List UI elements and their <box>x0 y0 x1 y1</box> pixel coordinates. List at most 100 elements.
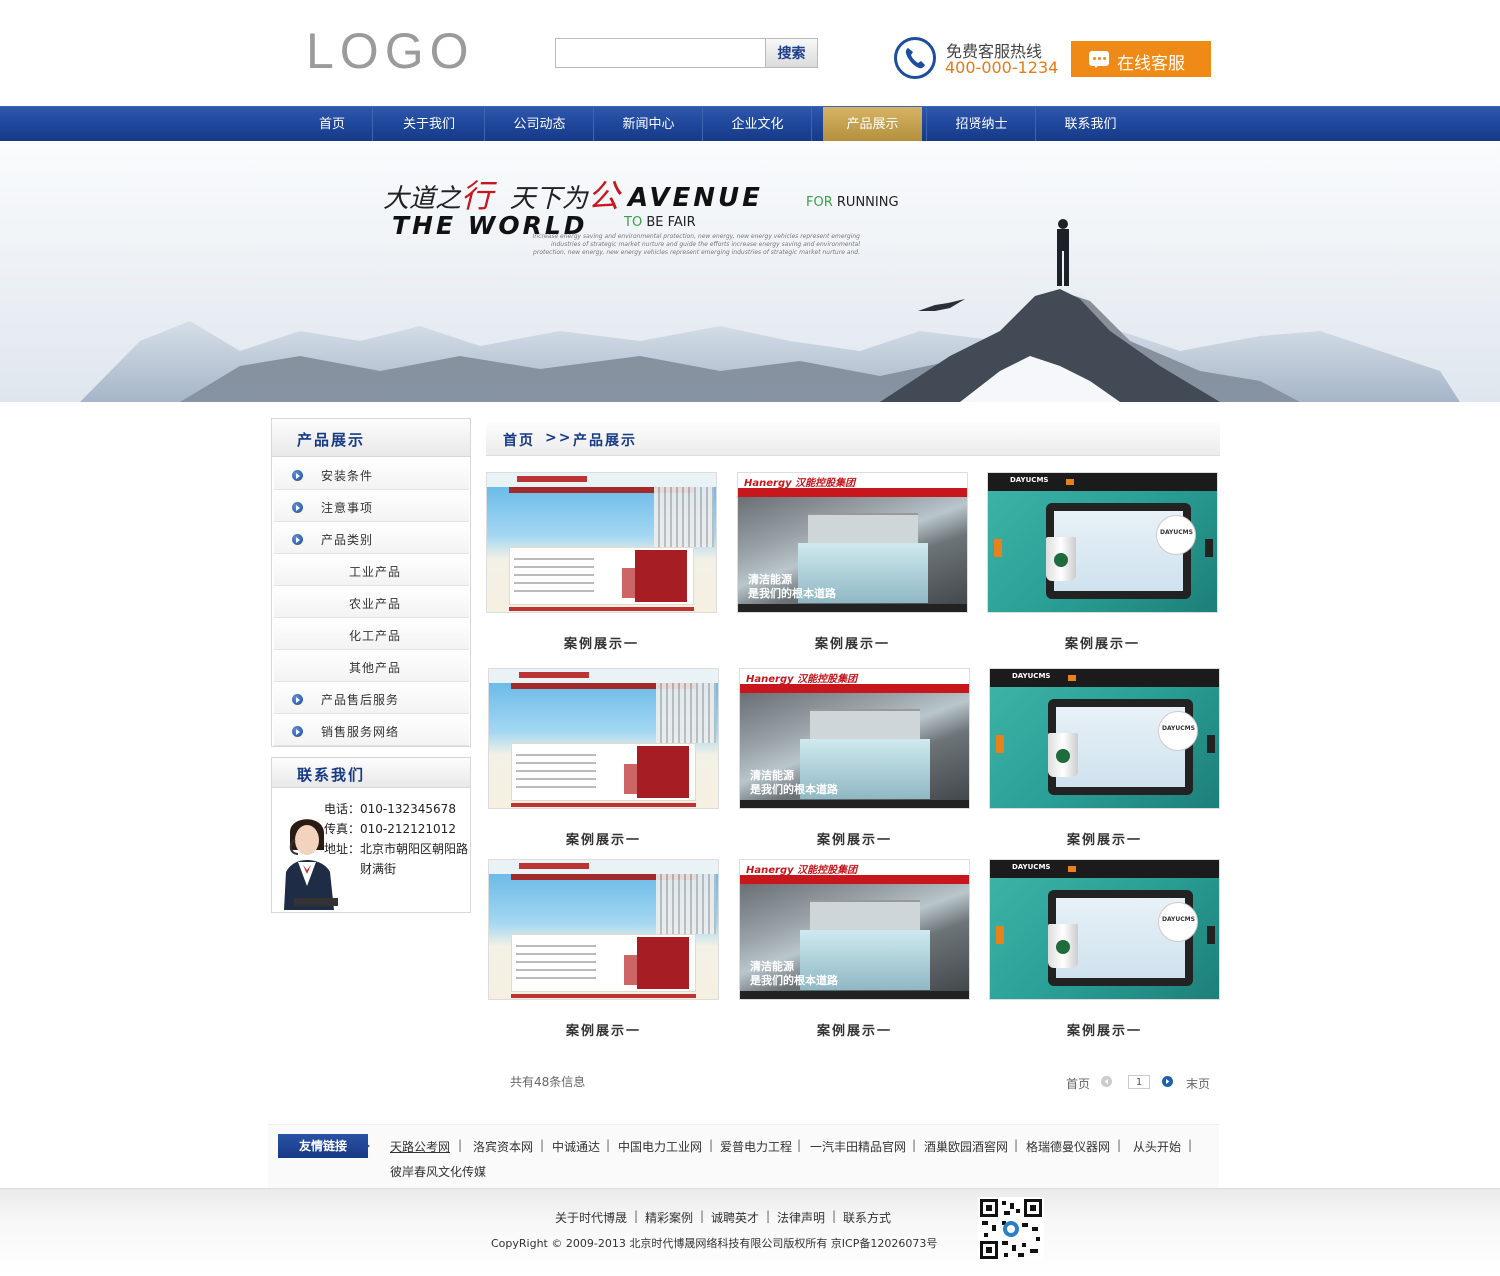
product-thumbnail[interactable]: DAYUCMS DAYUCMS <box>987 472 1218 613</box>
product-thumbnail[interactable]: Hanergy 汉能控股集团 清洁能源 是我们的根本道路 <box>739 859 970 1000</box>
nav-item-home[interactable]: 首页 <box>292 107 372 141</box>
nav-item-culture[interactable]: 企业文化 <box>704 107 811 141</box>
site-footer <box>0 1188 1500 1276</box>
product-thumbnail[interactable]: Hanergy 汉能控股集团 清洁能源 是我们的根本道路 <box>737 472 968 613</box>
chat-bubble-icon <box>1089 51 1109 68</box>
slogan-red1: 行 <box>461 177 494 215</box>
online-service-button[interactable]: 在线客服 <box>1071 41 1211 77</box>
sidebar-item-install[interactable]: 安装条件 <box>274 459 469 490</box>
product-caption[interactable]: 案例展示一 <box>737 633 968 652</box>
site-logo[interactable]: LOGO <box>306 26 474 76</box>
sidebar-item-after-sales[interactable]: 产品售后服务 <box>274 683 469 714</box>
nav-item-about[interactable]: 关于我们 <box>374 107 484 141</box>
thumb-badge: DAYUCMS <box>1162 725 1195 732</box>
breadcrumb-separator: >> <box>545 430 573 446</box>
sidebar-subitem-industrial[interactable]: 工业产品 <box>274 555 469 586</box>
sidebar-item-sales-network[interactable]: 销售服务网络 <box>274 715 469 746</box>
product-thumbnail[interactable]: DAYUCMS DAYUCMS <box>989 859 1220 1000</box>
arrow-bullet-icon <box>292 502 303 513</box>
link-separator: | <box>1014 1138 1019 1152</box>
friend-link[interactable]: 格瑞德曼仪器网 <box>1026 1138 1110 1155</box>
sidebar-header: 产品展示 <box>272 419 470 457</box>
thumb-brand: Hanergy 汉能控股集团 <box>746 674 858 685</box>
footer-link-contact[interactable]: 联系方式 <box>843 1209 891 1226</box>
banner-slogan-for-running: FOR RUNNING <box>806 195 899 210</box>
link-separator: | <box>606 1138 611 1152</box>
product-thumbnail[interactable] <box>488 859 719 1000</box>
banner-slogan-en1: AVENUE <box>628 183 763 213</box>
thumb-subline: 是我们的根本道路 <box>750 783 838 796</box>
sidebar-title: 产品展示 <box>297 431 366 449</box>
pagination-first[interactable]: 首页 <box>1066 1075 1090 1092</box>
banner-small-text: Increase energy saving and environmental… <box>532 233 860 256</box>
friend-link[interactable]: 从头开始 <box>1133 1138 1181 1155</box>
nav-divider <box>593 107 594 141</box>
link-separator: | <box>766 1209 771 1223</box>
product-caption[interactable]: 案例展示一 <box>488 1020 719 1039</box>
sidebar-item-notes[interactable]: 注意事项 <box>274 491 469 522</box>
product-caption[interactable]: 案例展示一 <box>987 633 1218 652</box>
friend-link[interactable]: 一汽丰田精品官网 <box>810 1138 906 1155</box>
contact-address-line2: 财满街 <box>360 862 397 876</box>
link-separator: | <box>709 1138 714 1152</box>
thumb-brand: Hanergy 汉能控股集团 <box>744 478 856 489</box>
friend-link[interactable]: 中诚通达 <box>552 1138 600 1155</box>
hero-banner: 大道之行 天下为公 AVENUE FOR RUNNING THE WORLD T… <box>0 141 1500 402</box>
sidebar-item-category[interactable]: 产品类别 <box>274 523 469 554</box>
breadcrumb: 首页 >> 产品展示 <box>486 422 1220 456</box>
link-separator: | <box>1117 1138 1122 1152</box>
contact-fax: 传真：010-212121012 <box>324 822 456 836</box>
pagination-last[interactable]: 末页 <box>1186 1075 1210 1092</box>
footer-link-cases[interactable]: 精彩案例 <box>645 1209 693 1226</box>
product-thumbnail[interactable] <box>486 472 717 613</box>
thumb-brand: DAYUCMS <box>1010 476 1049 484</box>
sidebar-subitem-agricultural[interactable]: 农业产品 <box>274 587 469 618</box>
main-nav: 首页 关于我们 公司动态 新闻中心 企业文化 产品展示 招贤纳士 联系我们 <box>0 106 1500 141</box>
sidebar-subitem-chemical[interactable]: 化工产品 <box>274 619 469 650</box>
product-caption[interactable]: 案例展示一 <box>486 633 717 652</box>
footer-link-jobs[interactable]: 诚聘英才 <box>711 1209 759 1226</box>
footer-link-legal[interactable]: 法律声明 <box>777 1209 825 1226</box>
search-input[interactable] <box>556 39 766 67</box>
nav-divider <box>811 107 812 141</box>
breadcrumb-home[interactable]: 首页 <box>503 430 535 450</box>
nav-item-company-news[interactable]: 公司动态 <box>486 107 593 141</box>
product-caption[interactable]: 案例展示一 <box>739 1020 970 1039</box>
friend-link[interactable]: 洛宾资本网 <box>473 1138 533 1155</box>
link-separator: | <box>540 1138 545 1152</box>
nav-item-contact[interactable]: 联系我们 <box>1037 107 1144 141</box>
product-thumbnail[interactable]: DAYUCMS DAYUCMS <box>989 668 1220 809</box>
breadcrumb-current: 产品展示 <box>573 433 637 449</box>
friend-link[interactable]: 中国电力工业网 <box>618 1138 702 1155</box>
product-caption[interactable]: 案例展示一 <box>488 829 719 848</box>
prev-page-icon[interactable] <box>1101 1076 1112 1087</box>
sidebar-item-label: 产品售后服务 <box>321 693 400 707</box>
nav-item-products[interactable]: 产品展示 <box>823 107 922 141</box>
search-button[interactable]: 搜索 <box>766 39 817 67</box>
thumb-badge: DAYUCMS <box>1160 529 1193 536</box>
current-page-input[interactable]: 1 <box>1128 1075 1150 1089</box>
friend-link[interactable]: 爱普电力工程 <box>720 1138 792 1155</box>
friend-link[interactable]: 天路公考网 <box>390 1138 450 1155</box>
product-thumbnail[interactable]: Hanergy 汉能控股集团 清洁能源 是我们的根本道路 <box>739 668 970 809</box>
product-caption[interactable]: 案例展示一 <box>989 1020 1220 1039</box>
friend-link[interactable]: 酒巢欧园酒窖网 <box>924 1138 1008 1155</box>
nav-item-news-center[interactable]: 新闻中心 <box>595 107 702 141</box>
slogan-befair: BE FAIR <box>646 215 696 230</box>
product-category-panel: 产品展示 安装条件 注意事项 产品类别 工业产品 农业产品 化工产品 其他产品 … <box>271 418 471 747</box>
nav-divider <box>484 107 485 141</box>
nav-item-jobs[interactable]: 招贤纳士 <box>928 107 1035 141</box>
friend-link[interactable]: 彼岸春风文化传媒 <box>390 1163 486 1180</box>
copyright-text: CopyRight © 2009-2013 北京时代博晟网络科技有限公司版权所有… <box>491 1237 938 1250</box>
product-thumbnail[interactable] <box>488 668 719 809</box>
link-separator: | <box>912 1138 917 1152</box>
next-page-icon[interactable] <box>1162 1076 1173 1087</box>
arrow-bullet-icon <box>292 534 303 545</box>
footer-link-about[interactable]: 关于时代博晟 <box>555 1209 627 1226</box>
contact-title: 联系我们 <box>297 766 366 784</box>
product-caption[interactable]: 案例展示一 <box>739 829 970 848</box>
sidebar-subitem-other[interactable]: 其他产品 <box>274 651 469 682</box>
nav-divider <box>1035 107 1036 141</box>
product-caption[interactable]: 案例展示一 <box>989 829 1220 848</box>
link-separator: | <box>634 1209 639 1223</box>
